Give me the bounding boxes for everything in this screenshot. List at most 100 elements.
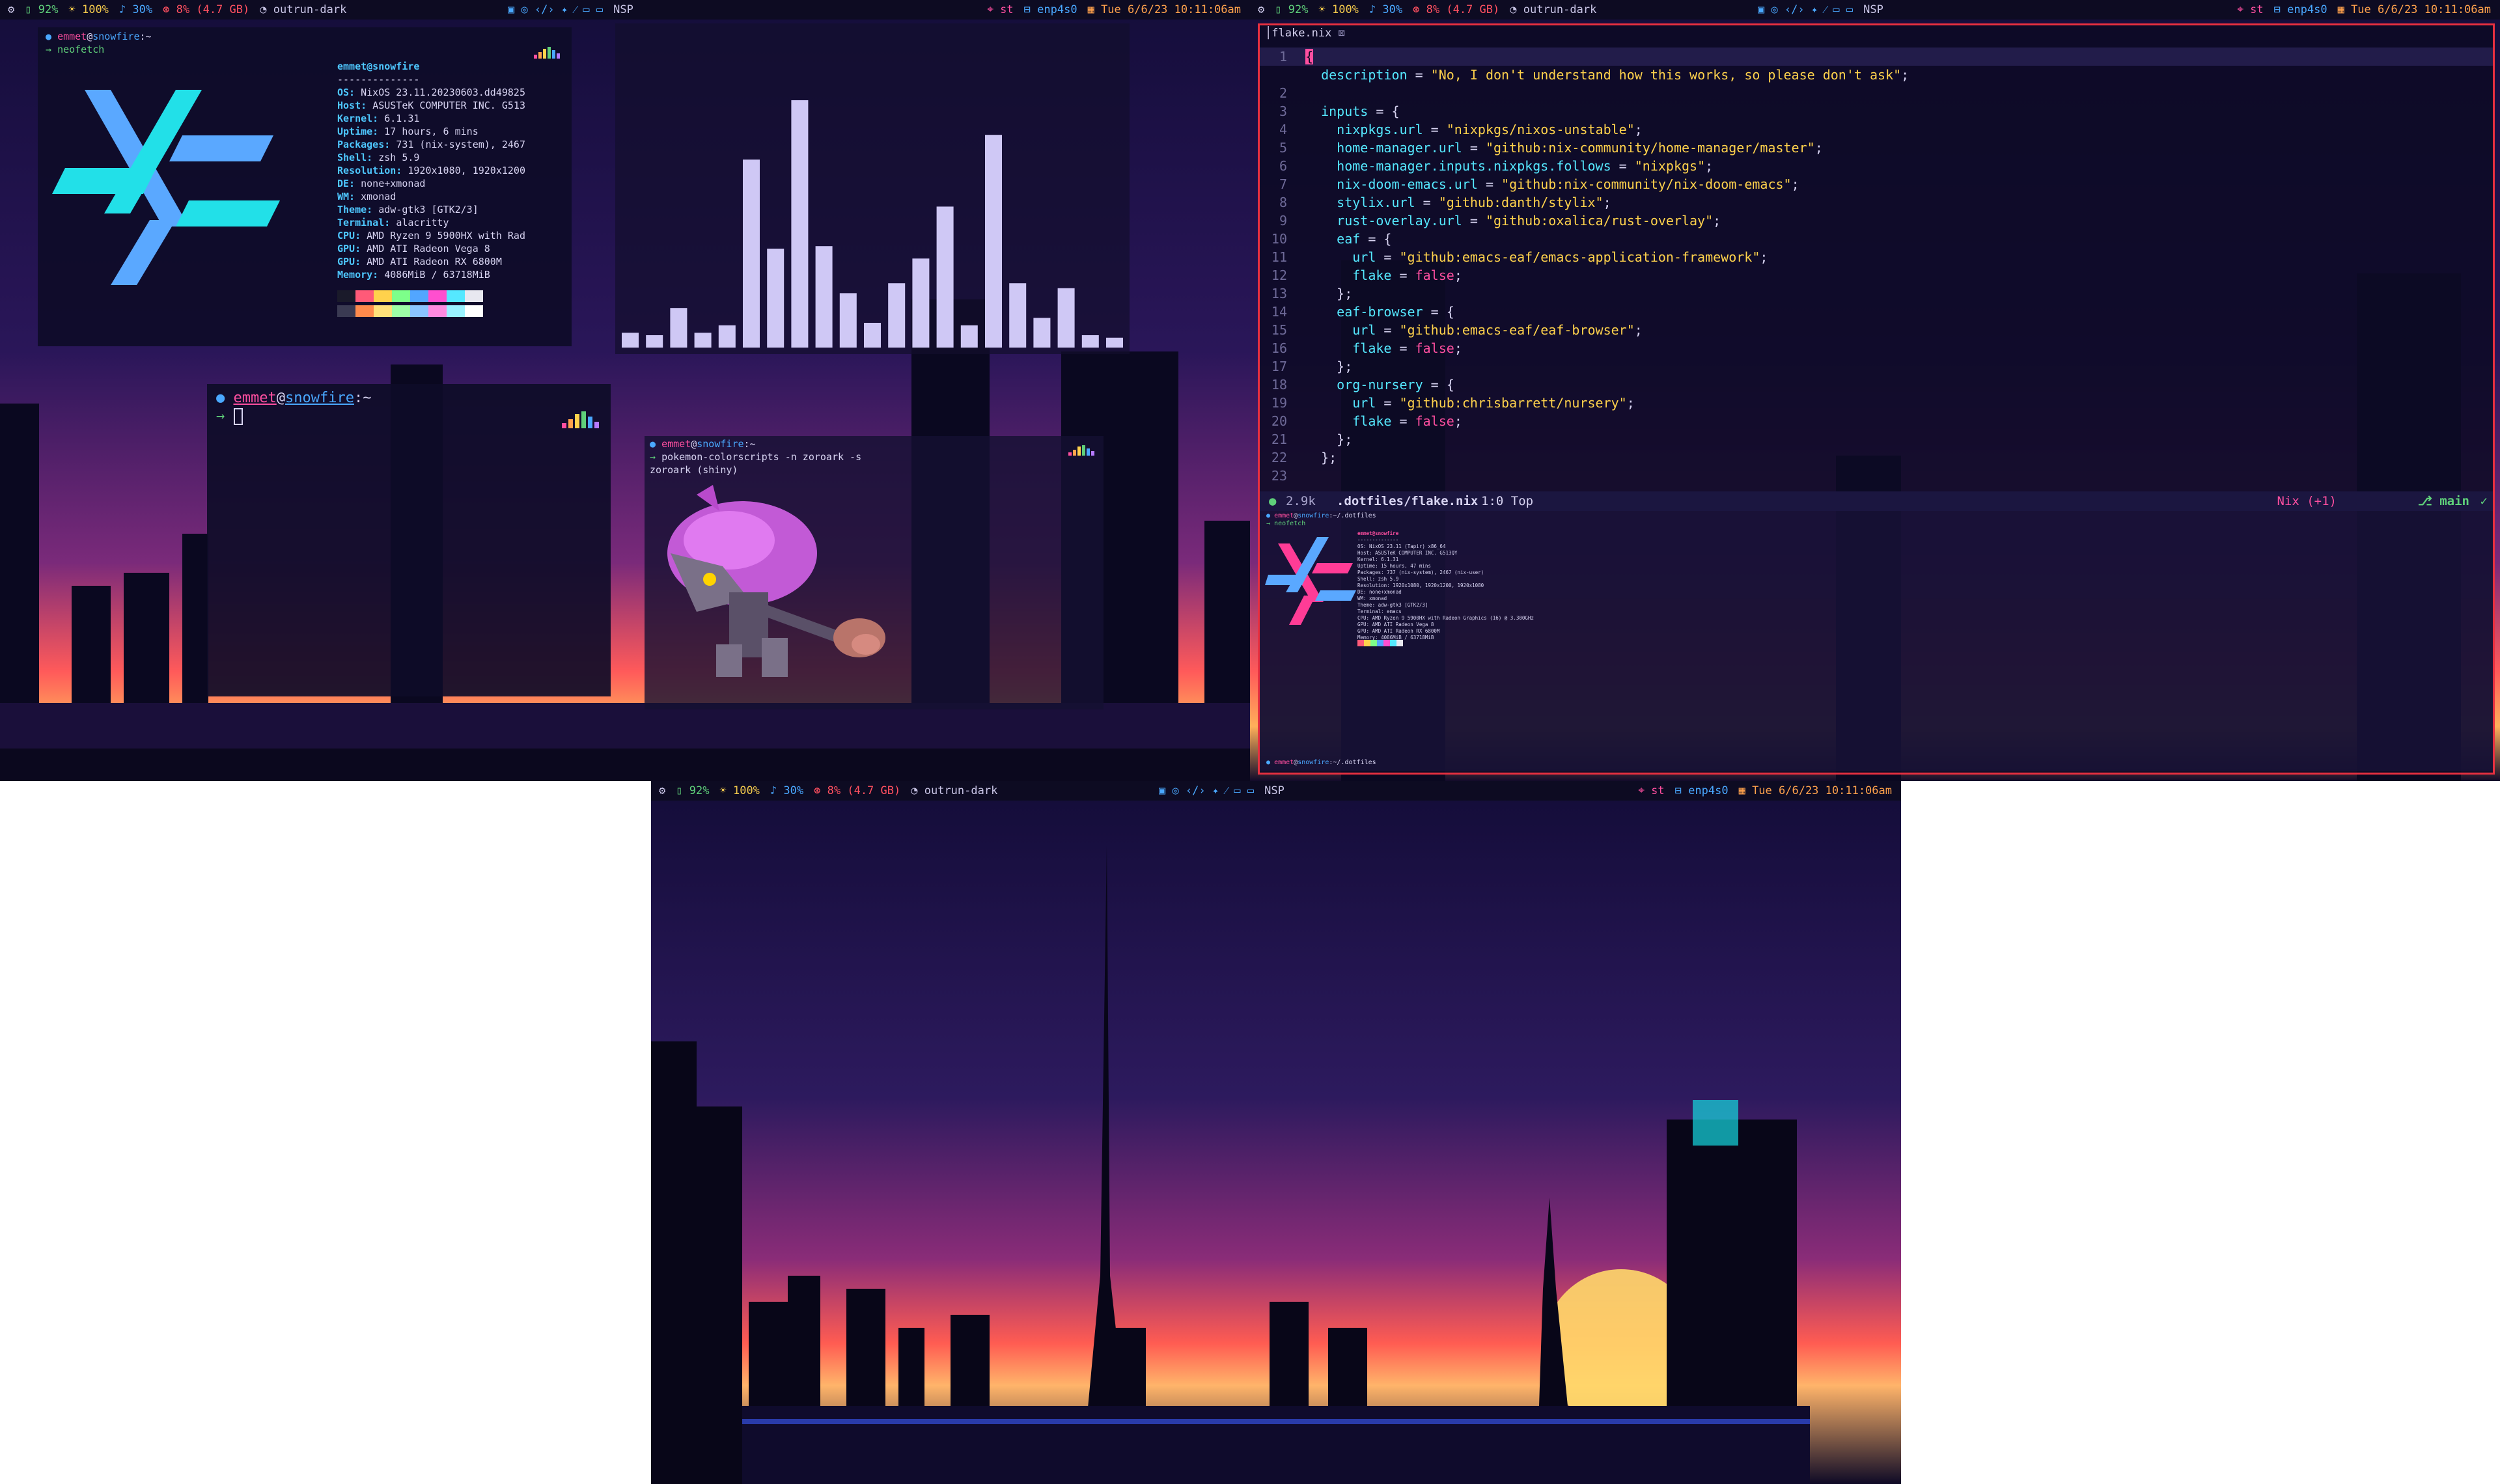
mini-info-row: GPU: AMD ATI Radeon Vega 8 (1357, 622, 1434, 627)
theme-icon: ◔ (260, 3, 267, 16)
theme-status[interactable]: ◔ outrun-dark (260, 0, 346, 20)
city-wallpaper (651, 781, 1901, 1484)
status-middle: ▣ ◎ ‹/› ✦ ⁄ ▭ ▭ NSP (1159, 781, 1285, 801)
line-text: nixpkgs.url = "nixpkgs/nixos-unstable"; (1337, 122, 1643, 137)
audio-visualizer[interactable] (615, 23, 1130, 354)
cpu-status[interactable]: ⊛ 8% (4.7 GB) (814, 781, 900, 801)
line-number: 3 (1279, 103, 1287, 119)
code-line[interactable]: 11 url = "github:emacs-eaf/emacs-applica… (1260, 248, 1768, 266)
code-line[interactable]: 14 eaf-browser = { (1260, 303, 1454, 321)
mini-info-row: Uptime: 15 hours, 47 mins (1357, 563, 1431, 569)
color-swatch (392, 290, 410, 302)
speaker-icon: ♪ (118, 3, 126, 16)
code-line[interactable]: 2 (1260, 84, 1305, 102)
bulb-status[interactable]: ☀ 100% (719, 781, 759, 801)
cpu-status[interactable]: ⊛ 8% (4.7 GB) (1413, 0, 1499, 20)
pokemon-terminal[interactable]: ● emmet@snowfire:~ → pokemon-colorscript… (645, 436, 1104, 709)
battery-status[interactable]: ▯ 92% (25, 0, 58, 20)
terminal-window[interactable]: ● emmet@snowfire:~ → (207, 384, 611, 696)
battery-icon: ▯ (25, 3, 32, 16)
visualizer-bar (936, 206, 954, 348)
speaker-status[interactable]: ♪ 30% (770, 781, 803, 801)
code-line[interactable]: 5 home-manager.url = "github:nix-communi… (1260, 139, 1823, 157)
code-line[interactable]: 8 stylix.url = "github:danth/stylix"; (1260, 193, 1611, 212)
code-line[interactable]: 20 flake = false; (1260, 412, 1462, 430)
code-line[interactable]: 6 home-manager.inputs.nixpkgs.follows = … (1260, 157, 1713, 175)
calendar-status[interactable]: ▦ Tue 6/6/23 10:11:06am (2338, 0, 2491, 20)
workspace-icon[interactable]: ▣ ◎ ‹/› ✦ ⁄ ▭ ▭ (1159, 781, 1254, 801)
network-status[interactable]: ⊟ enp4s0 (2274, 0, 2327, 20)
network-icon: ⊟ (2273, 3, 2281, 16)
code-line[interactable]: 15 url = "github:emacs-eaf/eaf-browser"; (1260, 321, 1643, 339)
code-line[interactable]: 1{ (1260, 48, 1314, 66)
calendar-status[interactable]: ▦ Tue 6/6/23 10:11:06am (1739, 781, 1892, 801)
emacs-editor[interactable]: │flake.nix ⊠ 1{ description = "No, I don… (1258, 23, 2495, 775)
code-line[interactable]: 3 inputs = { (1260, 102, 1400, 120)
battery-status[interactable]: ▯ 92% (1275, 0, 1308, 20)
line-number: 18 (1271, 377, 1287, 392)
terminal-status[interactable]: ⌖ st (1638, 781, 1664, 801)
code-line[interactable]: 10 eaf = { (1260, 230, 1392, 248)
code-line[interactable]: 23 (1260, 467, 1305, 485)
input-line[interactable]: → (216, 407, 243, 426)
visualizer-bar (718, 325, 736, 348)
code-line[interactable]: 22 }; (1260, 448, 1337, 467)
code-line[interactable]: 17 }; (1260, 357, 1352, 376)
editor-tab[interactable]: │flake.nix ⊠ (1265, 27, 1345, 40)
code-line[interactable]: 18 org-nursery = { (1260, 376, 1454, 394)
line-number: 4 (1279, 122, 1287, 137)
network-status[interactable]: ⊟ enp4s0 (1675, 781, 1729, 801)
battery-status[interactable]: ▯ 92% (676, 781, 709, 801)
line-number: 7 (1279, 176, 1287, 192)
bulb-status[interactable]: ☀ 100% (68, 0, 108, 20)
nsp-label[interactable]: NSP (613, 0, 633, 20)
code-line[interactable]: 13 }; (1260, 284, 1352, 303)
terminal-status[interactable]: ⌖ st (987, 0, 1013, 20)
command-line: → neofetch (46, 44, 105, 55)
gear-status[interactable]: ⚙ (659, 781, 665, 801)
gear-status[interactable]: ⚙ (8, 0, 14, 20)
line-number: 9 (1279, 213, 1287, 228)
visualizer-bar (1057, 288, 1075, 348)
nsp-label[interactable]: NSP (1264, 781, 1285, 801)
gear-status[interactable]: ⚙ (1258, 0, 1264, 20)
code-line[interactable]: 4 nixpkgs.url = "nixpkgs/nixos-unstable"… (1260, 120, 1643, 139)
major-mode: Nix (+1) (2277, 494, 2337, 508)
workspace-icon[interactable]: ▣ ◎ ‹/› ✦ ⁄ ▭ ▭ (508, 0, 603, 20)
nsp-label[interactable]: NSP (1863, 0, 1883, 20)
cpu-status[interactable]: ⊛ 8% (4.7 GB) (163, 0, 249, 20)
speaker-status[interactable]: ♪ 30% (1369, 0, 1402, 20)
color-swatch (465, 305, 483, 317)
info-row: Memory: 4086MiB / 63718MiB (337, 269, 490, 281)
calendar-icon: ▦ (1738, 784, 1745, 797)
code-line[interactable]: 9 rust-overlay.url = "github:oxalica/rus… (1260, 212, 1721, 230)
theme-status[interactable]: ◔ outrun-dark (1510, 0, 1596, 20)
code-line[interactable]: description = "No, I don't understand ho… (1260, 66, 1909, 84)
bulb-status[interactable]: ☀ 100% (1318, 0, 1358, 20)
code-line[interactable]: 12 flake = false; (1260, 266, 1462, 284)
check-icon: ✓ (2480, 494, 2488, 508)
visualizer-bar (767, 249, 785, 348)
network-status[interactable]: ⊟ enp4s0 (1024, 0, 1077, 20)
info-row: Theme: adw-gtk3 [GTK2/3] (337, 204, 479, 215)
calendar-status[interactable]: ▦ Tue 6/6/23 10:11:06am (1088, 0, 1241, 20)
terminal-icon: ⌖ (2237, 3, 2243, 16)
prompt-line: ● emmet@snowfire:~/.dotfiles (1266, 759, 1376, 766)
theme-status[interactable]: ◔ outrun-dark (911, 781, 997, 801)
neofetch-terminal[interactable]: ● emmet@snowfire:~ → neofetch emmet@snow… (38, 27, 572, 346)
code-line[interactable]: 16 flake = false; (1260, 339, 1462, 357)
mini-info-row: Kernel: 6.1.31 (1357, 556, 1399, 562)
code-line[interactable]: 7 nix-doom-emacs.url = "github:nix-commu… (1260, 175, 1799, 193)
code-line[interactable]: 21 }; (1260, 430, 1352, 448)
workspace-icon[interactable]: ▣ ◎ ‹/› ✦ ⁄ ▭ ▭ (1758, 0, 1853, 20)
line-text: stylix.url = "github:danth/stylix"; (1337, 195, 1611, 210)
visualizer-bar (839, 293, 857, 348)
speaker-status[interactable]: ♪ 30% (119, 0, 152, 20)
code-line[interactable]: 19 url = "github:chrisbarrett/nursery"; (1260, 394, 1635, 412)
terminal-status[interactable]: ⌖ st (2237, 0, 2263, 20)
prompt-line: ● emmet@snowfire:~ (46, 31, 152, 42)
color-swatch (337, 305, 355, 317)
line-text: flake = false; (1352, 268, 1462, 283)
embedded-terminal[interactable]: ● emmet@snowfire:~/.dotfiles → neofetch … (1260, 511, 2493, 771)
command-line: → pokemon-colorscripts -n zoroark -s (650, 451, 862, 463)
